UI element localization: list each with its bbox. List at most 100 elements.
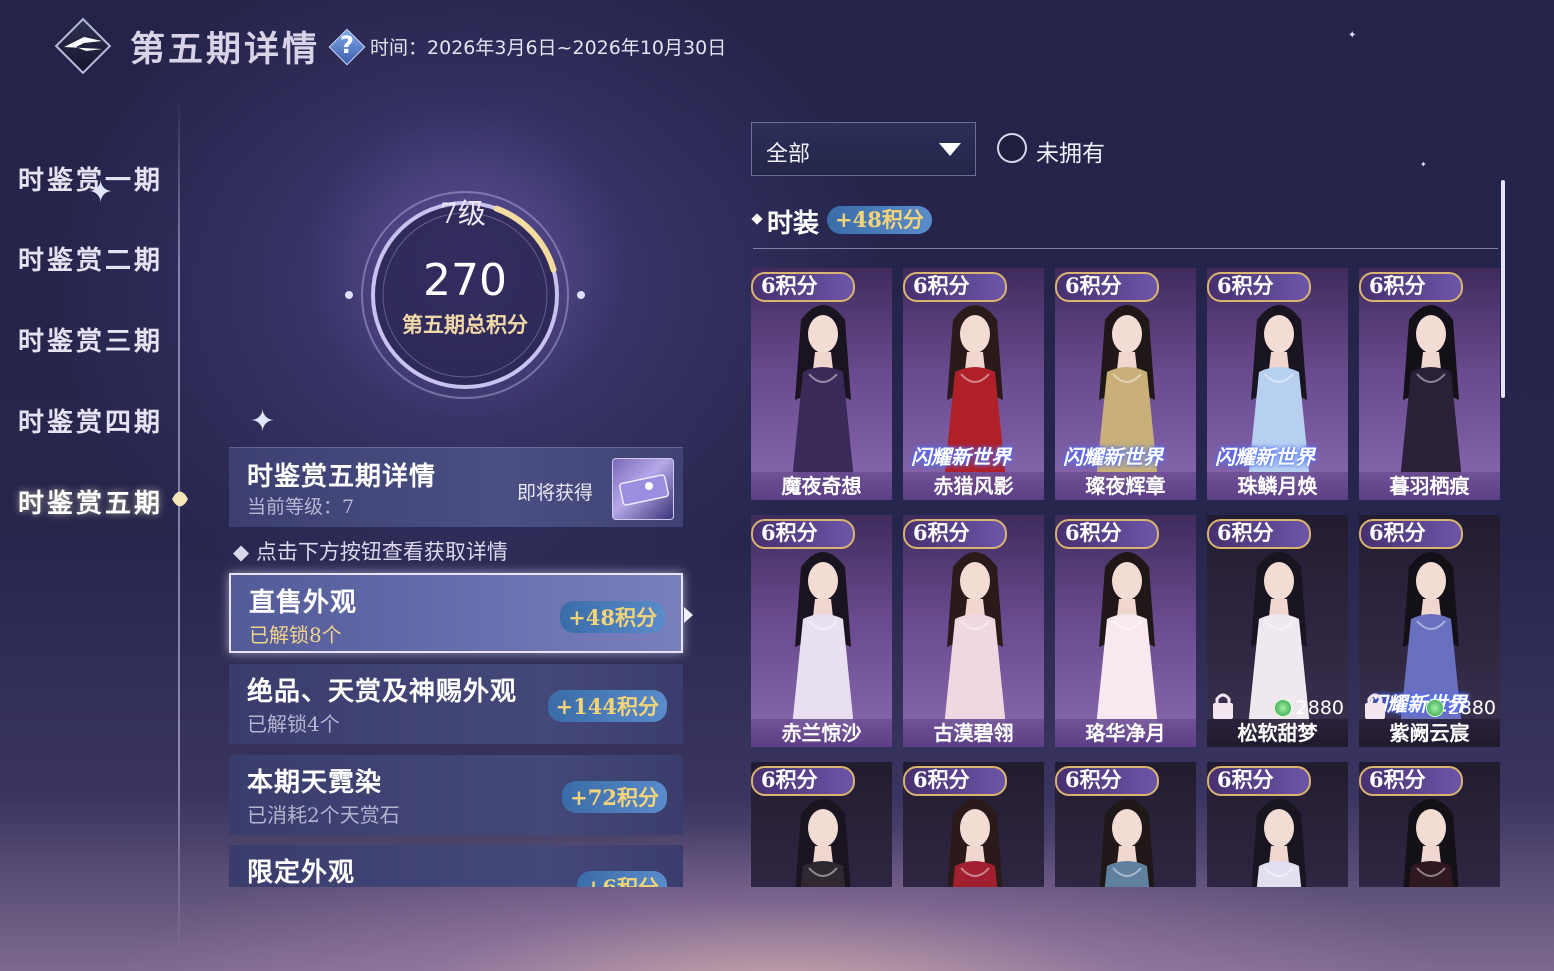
outfit-card[interactable]: 6积分闪耀新世界珠鳞月焕 xyxy=(1207,268,1348,500)
source-button-3[interactable]: 本期天霓染已消耗2个天赏石 +72积分 xyxy=(229,755,683,835)
nav-item-period-3[interactable]: 时鉴赏三期 xyxy=(18,321,163,358)
points-label: 6积分 xyxy=(1065,520,1122,545)
points-label: 6积分 xyxy=(761,767,818,792)
category-divider xyxy=(753,248,1498,249)
outfit-name: 古漠碧翎 xyxy=(903,719,1044,747)
source-button-4[interactable]: 限定外观 +6积分 xyxy=(229,845,683,887)
points-label: 6积分 xyxy=(1369,273,1426,298)
category-points-badge: +48积分 xyxy=(827,206,932,234)
selected-arrow-icon xyxy=(684,607,693,623)
back-arrow-icon xyxy=(64,37,102,51)
outfit-grid: 6积分 魔夜奇想 6积分 闪耀新世界 赤猎风影 6积分 闪耀新世界 璨夜辉章 6积分 闪耀新世界珠… xyxy=(751,268,1503,887)
source-title: 绝品、天赏及神赐外观 xyxy=(247,677,518,707)
question-icon[interactable]: ? xyxy=(328,28,366,66)
outfit-card[interactable]: 6积分 xyxy=(1359,762,1500,887)
points-label: 6积分 xyxy=(1217,767,1274,792)
outfit-card[interactable]: 6积分 暮羽栖痕 xyxy=(1359,268,1500,500)
outfit-card[interactable]: 6积分 xyxy=(751,762,892,887)
period-detail-card: 时鉴赏五期详情 当前等级：7 即将获得 xyxy=(229,447,683,527)
outfit-name: 珞华净月 xyxy=(1055,719,1196,747)
upcoming-reward-label: 即将获得 xyxy=(517,482,594,504)
outfit-card[interactable]: 6积分闪耀新世界赤猎风影 xyxy=(903,268,1044,500)
outfit-card[interactable]: 6积分 闪耀新世界 璨夜辉章 xyxy=(1055,268,1196,500)
nav-item-period-2[interactable]: 时鉴赏二期 xyxy=(18,240,163,277)
points-label: 6积分 xyxy=(1217,273,1274,298)
nav-item-period-1[interactable]: 时鉴赏一期 xyxy=(18,160,163,197)
event-tag: 闪耀新世界 xyxy=(911,445,1011,469)
outfit-card[interactable]: 6积分魔夜奇想 xyxy=(751,268,892,500)
outfit-card[interactable]: 6积分 闪耀新世界 2880 紫阙云宸 xyxy=(1359,515,1500,747)
outfit-card[interactable]: 6积分 xyxy=(1207,762,1348,887)
outfit-figure-icon xyxy=(1399,305,1463,490)
unowned-label[interactable]: 未拥有 xyxy=(1036,134,1105,168)
source-subtitle: 已解锁4个 xyxy=(247,712,340,736)
points-label: 6积分 xyxy=(761,520,818,545)
source-points-badge: +72积分 xyxy=(562,781,667,813)
category-title: 时装 xyxy=(767,209,820,239)
outfit-card[interactable]: 6积分 2880 松软甜梦 xyxy=(1207,515,1348,747)
source-button-1[interactable]: 直售外观已解锁8个 +48积分 xyxy=(229,573,693,653)
source-points-badge: +144积分 xyxy=(547,690,667,722)
outfit-figure-icon xyxy=(1403,799,1459,887)
outfit-figure-icon xyxy=(1099,799,1155,887)
price-tag: 2880 xyxy=(1425,697,1496,719)
time-label: 时间： xyxy=(370,36,428,59)
outfit-card[interactable]: 6积分 xyxy=(903,762,1044,887)
jade-coin-icon xyxy=(1273,699,1292,717)
source-title: 本期天霓染 xyxy=(247,768,383,798)
source-subtitle: 已消耗2个天赏石 xyxy=(247,803,400,827)
outfit-name: 松软甜梦 xyxy=(1207,719,1348,747)
points-label: 6积分 xyxy=(761,273,818,298)
active-indicator-icon xyxy=(172,491,188,507)
back-button[interactable] xyxy=(52,15,114,77)
lock-icon xyxy=(1213,693,1233,719)
event-tag: 闪耀新世界 xyxy=(1063,445,1163,469)
outfit-card[interactable]: 6积分赤兰惊沙 xyxy=(751,515,892,747)
outfit-figure-icon xyxy=(947,799,1003,887)
points-label: 6积分 xyxy=(1369,520,1426,545)
price-value: 2880 xyxy=(1295,697,1344,719)
outfit-figure-icon xyxy=(1095,552,1159,737)
outfit-figure-icon xyxy=(1251,799,1307,887)
detail-title: 时鉴赏五期详情 xyxy=(247,462,437,492)
dropdown-value: 全部 xyxy=(766,142,811,167)
source-points-badge: +48积分 xyxy=(560,601,665,633)
nav-item-period-5[interactable]: 时鉴赏五期 xyxy=(18,483,163,520)
current-level-text: 当前等级：7 xyxy=(247,496,355,518)
outfit-figure-icon xyxy=(791,552,855,737)
event-tag: 闪耀新世界 xyxy=(1215,445,1315,469)
points-label: 6积分 xyxy=(1217,520,1274,545)
outfit-name: 珠鳞月焕 xyxy=(1207,472,1348,500)
points-label: 6积分 xyxy=(913,767,970,792)
bullet-icon xyxy=(751,213,763,225)
upcoming-reward-icon[interactable] xyxy=(612,458,674,520)
nav-divider xyxy=(178,95,180,955)
score-label: 第五期总积分 xyxy=(402,312,528,337)
page-title: 第五期详情 xyxy=(130,28,321,70)
outfit-figure-icon xyxy=(943,552,1007,737)
hint-text: ◆ 点击下方按钮查看获取详情 xyxy=(233,540,508,564)
outfit-card[interactable]: 6积分 xyxy=(1055,762,1196,887)
score-value: 270 xyxy=(423,255,507,306)
points-label: 6积分 xyxy=(913,273,970,298)
level-text: 7级 xyxy=(440,197,486,230)
outfit-name: 赤兰惊沙 xyxy=(751,719,892,747)
hint-label: 点击下方按钮查看获取详情 xyxy=(255,540,508,564)
source-title: 直售外观 xyxy=(249,588,358,618)
header: 第五期详情 ? 时间： 2026年3月6日~2026年10月30日 xyxy=(52,14,726,78)
category-dropdown[interactable]: 全部 xyxy=(751,122,976,176)
unowned-radio[interactable] xyxy=(997,133,1027,163)
nav-item-period-4[interactable]: 时鉴赏四期 xyxy=(18,402,163,439)
points-label: 6积分 xyxy=(913,520,970,545)
outfit-name: 赤猎风影 xyxy=(903,472,1044,500)
outfit-name: 紫阙云宸 xyxy=(1359,719,1500,747)
source-title: 限定外观 xyxy=(247,858,356,887)
outfit-card[interactable]: 6积分古漠碧翎 xyxy=(903,515,1044,747)
price-value: 2880 xyxy=(1447,697,1496,719)
source-button-2[interactable]: 绝品、天赏及神赐外观已解锁4个 +144积分 xyxy=(229,664,683,744)
outfit-figure-icon xyxy=(795,799,851,887)
outfit-card[interactable]: 6积分珞华净月 xyxy=(1055,515,1196,747)
points-label: 6积分 xyxy=(1065,273,1122,298)
outfit-name: 魔夜奇想 xyxy=(751,472,892,500)
source-subtitle: 已解锁8个 xyxy=(249,623,342,647)
